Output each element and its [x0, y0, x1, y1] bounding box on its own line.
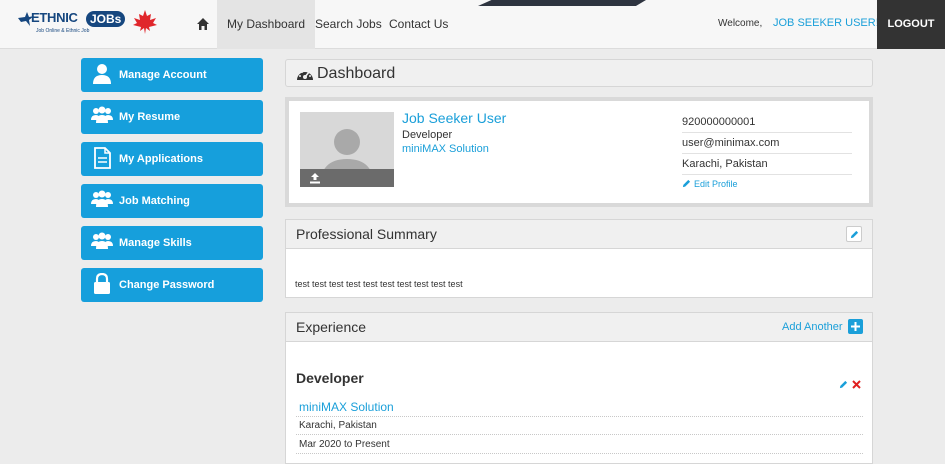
page-title: Dashboard [317, 65, 396, 82]
sidebar-item-job-matching[interactable]: Job Matching [81, 184, 263, 218]
experience-position: Developer [296, 370, 364, 386]
pencil-icon [850, 230, 859, 239]
avatar [300, 112, 394, 187]
top-accent-tab [478, 0, 646, 6]
profile-company[interactable]: miniMAX Solution [402, 143, 489, 155]
welcome-text: Welcome, [718, 18, 763, 29]
profile-location: Karachi, Pakistan [682, 154, 852, 175]
sidebar-item-label: Change Password [119, 279, 215, 291]
users-icon [91, 232, 113, 249]
edit-experience-pencil-icon[interactable] [839, 380, 848, 389]
home-icon[interactable] [196, 17, 210, 31]
logo-brand-left: ETHNIC [31, 10, 78, 25]
profile-name[interactable]: Job Seeker User [402, 110, 506, 126]
experience-title: Experience [296, 319, 367, 335]
add-experience-button[interactable] [848, 319, 863, 334]
experience-company[interactable]: miniMAX Solution [296, 397, 863, 417]
logo-tagline: Job Online & Ethnic Job [36, 28, 90, 34]
profile-email: user@minimax.com [682, 133, 852, 154]
lock-icon [94, 273, 110, 294]
sidebar-item-manage-skills[interactable]: Manage Skills [81, 226, 263, 260]
professional-summary-panel: Professional Summary test test test test… [285, 219, 873, 298]
edit-summary-button[interactable] [846, 226, 862, 242]
profile-phone: 920000000001 [682, 112, 852, 133]
experience-period: Mar 2020 to Present [296, 435, 863, 454]
sidebar-item-label: Manage Skills [119, 237, 192, 249]
experience-header: Experience Add Another [286, 313, 872, 342]
edit-profile-label: Edit Profile [694, 179, 738, 189]
sidebar-item-label: Manage Account [119, 69, 207, 81]
logout-button[interactable]: LOGOUT [877, 0, 945, 49]
plus-icon [851, 322, 860, 331]
profile-job-title: Developer [402, 129, 453, 141]
sidebar-item-my-applications[interactable]: My Applications [81, 142, 263, 176]
add-another-link[interactable]: Add Another [782, 321, 843, 333]
upload-icon[interactable] [309, 172, 321, 184]
users-icon [91, 190, 113, 207]
users-icon [91, 106, 113, 123]
summary-header: Professional Summary [286, 220, 872, 249]
sidebar-item-label: My Applications [119, 153, 203, 165]
sidebar-item-change-password[interactable]: Change Password [81, 268, 263, 302]
top-navbar: ETHNIC JOBs Job Online & Ethnic Job My D… [0, 0, 952, 49]
experience-panel: Experience Add Another Developer miniMAX… [285, 312, 873, 464]
site-logo[interactable]: ETHNIC JOBs Job Online & Ethnic Job [18, 9, 158, 39]
maple-leaf-icon [133, 10, 157, 34]
dashboard-gauge-icon [297, 71, 313, 80]
dashboard-header: Dashboard [285, 59, 873, 87]
profile-card: Job Seeker User Developer miniMAX Soluti… [285, 97, 873, 207]
nav-my-dashboard[interactable]: My Dashboard [217, 0, 316, 49]
pencil-icon [682, 179, 691, 188]
summary-text: test test test test test test test test … [295, 279, 463, 289]
sidebar-item-label: Job Matching [119, 195, 190, 207]
nav-search-jobs[interactable]: Search Jobs [315, 0, 382, 49]
nav-contact-us[interactable]: Contact Us [389, 0, 448, 49]
user-name-link[interactable]: JOB SEEKER USER! [773, 17, 879, 29]
experience-location: Karachi, Pakistan [296, 416, 863, 435]
scrollbar-gutter [945, 0, 952, 464]
delete-experience-icon[interactable] [852, 380, 861, 389]
user-icon [93, 64, 111, 84]
summary-title: Professional Summary [296, 226, 437, 242]
sidebar-item-manage-account[interactable]: Manage Account [81, 58, 263, 92]
sidebar-item-label: My Resume [119, 111, 181, 123]
avatar-upload-bar[interactable] [300, 169, 394, 187]
logo-brand-right: JOBs [86, 11, 126, 27]
edit-profile-link[interactable]: Edit Profile [682, 179, 738, 189]
sidebar-item-my-resume[interactable]: My Resume [81, 100, 263, 134]
document-icon [94, 147, 111, 169]
